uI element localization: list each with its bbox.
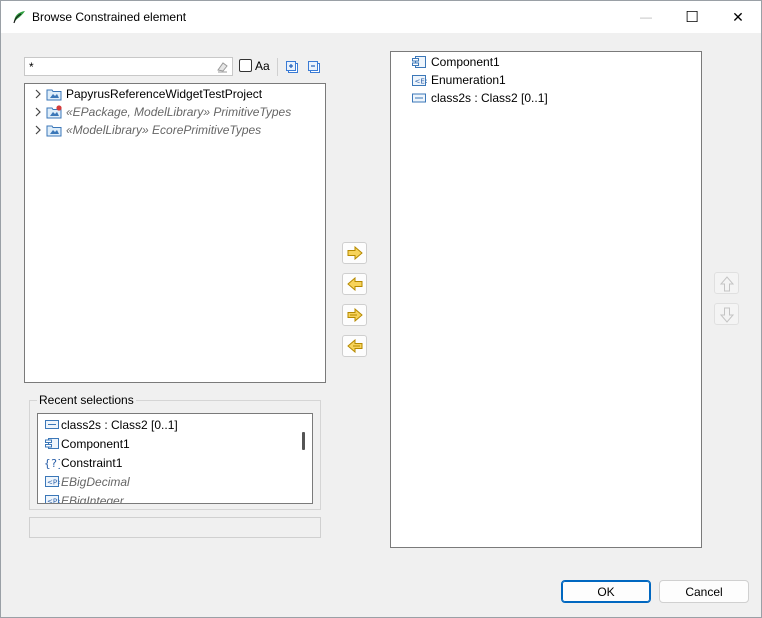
title-bar: Browse Constrained element — ☐ ✕ [1,1,761,33]
minimize-icon: — [640,10,652,24]
list-item[interactable]: <E> Enumeration1 [391,71,701,89]
toolbar-separator [277,58,278,76]
primitive-type-icon: <P> [45,476,60,487]
svg-text:{?}: {?} [44,457,60,469]
tree-item-label: «EPackage, ModelLibrary» PrimitiveTypes [66,105,292,119]
collapse-all-icon[interactable] [307,60,321,74]
arrow-up-icon [720,276,734,292]
list-item-label: Enumeration1 [431,73,506,87]
component-icon [412,56,426,68]
constraint-icon: {?} [44,457,60,469]
move-up-button[interactable] [714,272,739,294]
expand-arrow-icon[interactable] [33,89,43,99]
expand-all-icon[interactable] [285,60,299,74]
tree-item[interactable]: «ModelLibrary» EcorePrimitiveTypes [25,121,325,139]
list-item-label: class2s : Class2 [0..1] [61,418,178,432]
close-button[interactable]: ✕ [715,1,761,33]
list-item-label: Constraint1 [61,456,123,470]
browse-tree[interactable]: PapyrusReferenceWidgetTestProject «EPack… [24,83,326,383]
list-item[interactable]: <P> EBigInteger [38,491,296,505]
list-item[interactable]: <P> EBigDecimal [38,472,296,491]
maximize-button[interactable]: ☐ [669,1,715,33]
recent-list-scrollbar[interactable] [295,414,312,503]
filter-input[interactable] [25,58,210,75]
list-item[interactable]: Component1 [38,434,296,453]
tree-item-label: «ModelLibrary» EcorePrimitiveTypes [66,123,262,137]
arrow-left-icon [347,277,363,291]
move-down-button[interactable] [714,303,739,325]
add-button[interactable] [342,242,367,264]
list-item-label: class2s : Class2 [0..1] [431,91,548,105]
list-item[interactable]: class2s : Class2 [0..1] [391,89,701,107]
papyrus-app-icon [13,11,25,24]
property-icon [412,93,426,103]
ok-button[interactable]: OK [561,580,651,603]
double-arrow-left-icon [347,339,363,353]
scrollbar-thumb[interactable] [302,432,305,450]
tree-item-label: PapyrusReferenceWidgetTestProject [66,87,263,101]
list-item-label: EBigDecimal [61,475,130,489]
case-sensitive-label: Aa [255,59,270,73]
list-item-label: Component1 [61,437,130,451]
tree-item[interactable]: «EPackage, ModelLibrary» PrimitiveTypes [25,103,325,121]
double-arrow-right-icon [347,308,363,322]
primitive-type-icon: <P> [45,495,60,505]
list-item-label: Component1 [431,55,500,69]
clear-filter-icon[interactable] [216,60,229,73]
tree-item[interactable]: PapyrusReferenceWidgetTestProject [25,85,325,103]
component-icon [45,438,59,449]
recent-selections-list[interactable]: class2s : Class2 [0..1] Component1 {?} C… [37,413,313,504]
property-icon [45,420,59,429]
enumeration-icon: <E> [412,75,428,86]
list-item[interactable]: {?} Constraint1 [38,453,296,472]
description-field [29,517,321,538]
expand-arrow-icon[interactable] [33,125,43,135]
case-sensitive-checkbox[interactable] [239,59,252,72]
arrow-right-icon [347,246,363,260]
package-icon [46,105,62,119]
project-folder-icon [46,89,62,101]
svg-text:<E>: <E> [415,78,428,86]
close-icon: ✕ [732,8,744,25]
cancel-button[interactable]: Cancel [659,580,749,603]
filter-field[interactable] [24,57,233,76]
minimize-button[interactable]: — [623,1,669,33]
window-title: Browse Constrained element [32,10,187,24]
add-all-button[interactable] [342,304,367,326]
list-item[interactable]: Component1 [391,53,701,71]
package-icon [46,125,62,137]
expand-arrow-icon[interactable] [33,107,43,117]
svg-text:<P>: <P> [47,498,60,505]
dialog-window: Browse Constrained element — ☐ ✕ Aa [0,0,762,618]
recent-selections-title: Recent selections [37,393,136,407]
list-item[interactable]: class2s : Class2 [0..1] [38,415,296,434]
remove-button[interactable] [342,273,367,295]
list-item-label: EBigInteger [61,494,124,504]
svg-text:<P>: <P> [47,479,60,487]
selected-elements-list[interactable]: Component1 <E> Enumeration1 class2s : Cl… [390,51,702,548]
arrow-down-icon [720,307,734,323]
maximize-icon: ☐ [685,9,699,26]
remove-all-button[interactable] [342,335,367,357]
